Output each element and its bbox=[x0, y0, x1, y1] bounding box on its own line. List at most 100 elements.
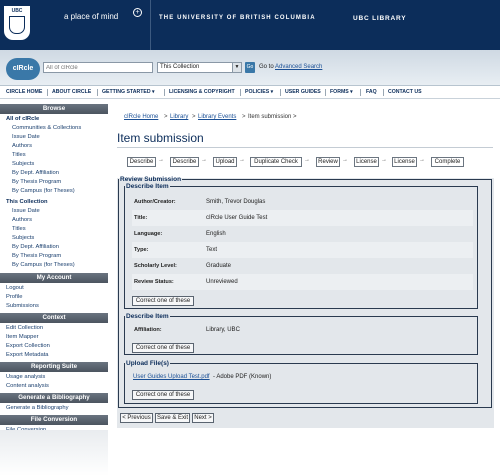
step-license-2[interactable]: License bbox=[392, 157, 417, 167]
step-upload[interactable]: Upload bbox=[213, 157, 237, 167]
plus-icon[interactable]: + bbox=[133, 8, 142, 17]
sidebar-item-coll-campus[interactable]: By Campus (for Theses) bbox=[12, 262, 75, 268]
metadata-value: Library, UBC bbox=[206, 327, 240, 333]
sidebar-item-thesis-program[interactable]: By Thesis Program bbox=[12, 179, 61, 185]
university-name[interactable]: THE UNIVERSITY OF BRITISH COLUMBIA bbox=[159, 15, 316, 21]
uploaded-file-info: - Adobe PDF (Known) bbox=[213, 374, 272, 380]
sidebar-fade bbox=[0, 430, 108, 476]
step-arrow-icon: → bbox=[201, 157, 207, 163]
sidebar-item-coll-authors[interactable]: Authors bbox=[12, 217, 32, 223]
save-exit-button[interactable]: Save & Exit bbox=[155, 413, 190, 423]
nav-about-circle[interactable]: ABOUT CIRCLE bbox=[52, 89, 91, 95]
correct-upload-button[interactable]: Correct one of these bbox=[132, 390, 194, 400]
step-duplicate-check[interactable]: Duplicate Check bbox=[250, 157, 302, 167]
metadata-label: Author/Creator: bbox=[134, 199, 176, 205]
step-arrow-icon: → bbox=[381, 157, 387, 163]
sidebar-item-edit-collection[interactable]: Edit Collection bbox=[6, 325, 43, 331]
sidebar-item-coll-titles[interactable]: Titles bbox=[12, 226, 26, 232]
sidebar-item-titles[interactable]: Titles bbox=[12, 152, 26, 158]
goto-label: Go to bbox=[259, 64, 274, 70]
go-button[interactable]: Go bbox=[245, 62, 255, 73]
nav-user-guides[interactable]: USER GUIDES bbox=[285, 89, 321, 95]
sidebar-item-campus[interactable]: By Campus (for Theses) bbox=[12, 188, 75, 194]
title-divider bbox=[117, 147, 493, 148]
sidebar-head-context: Context bbox=[0, 313, 108, 323]
sidebar-item-coll-issue-date[interactable]: Issue Date bbox=[12, 208, 40, 214]
nav-separator bbox=[280, 89, 281, 96]
step-arrow-icon: → bbox=[419, 157, 425, 163]
sidebar-item-item-mapper[interactable]: Item Mapper bbox=[6, 334, 39, 340]
ubc-logo[interactable]: UBC bbox=[4, 6, 30, 40]
step-arrow-icon: → bbox=[158, 157, 164, 163]
breadcrumb-separator: > bbox=[242, 114, 246, 120]
library-name[interactable]: UBC LIBRARY bbox=[353, 15, 406, 22]
breadcrumb-separator: > bbox=[192, 114, 196, 120]
step-arrow-icon: → bbox=[342, 157, 348, 163]
sidebar-item-coll-thesis-program[interactable]: By Thesis Program bbox=[12, 253, 61, 259]
uploaded-file-link[interactable]: User Guides Upload Test.pdf bbox=[133, 374, 210, 380]
sidebar-item-dept[interactable]: By Dept. Affiliation bbox=[12, 170, 59, 176]
metadata-row: Affiliation: Library, UBC bbox=[132, 322, 473, 338]
step-describe-1[interactable]: Describe bbox=[127, 157, 156, 167]
circle-logo[interactable]: cIRcle bbox=[6, 58, 40, 80]
previous-button[interactable]: < Previous bbox=[120, 413, 153, 423]
nav-forms[interactable]: FORMS ▾ bbox=[330, 89, 353, 95]
sidebar-item-generate-bibliography[interactable]: Generate a Bibliography bbox=[6, 405, 69, 411]
banner-divider bbox=[150, 0, 151, 50]
sidebar-item-communities[interactable]: Communities & Collections bbox=[12, 125, 81, 131]
sidebar-item-usage-analysis[interactable]: Usage analysis bbox=[6, 374, 45, 380]
nav-licensing[interactable]: LICENSING & COPYRIGHT bbox=[169, 89, 235, 95]
sidebar-item-subjects[interactable]: Subjects bbox=[12, 161, 34, 167]
sidebar-item-profile[interactable]: Profile bbox=[6, 294, 22, 300]
metadata-value: Text bbox=[206, 247, 218, 253]
sidebar: Browse All of cIRcle Communities & Colle… bbox=[0, 104, 108, 476]
nav-faq[interactable]: FAQ bbox=[366, 89, 377, 95]
metadata-value: Unreviewed bbox=[206, 279, 238, 285]
nav-getting-started[interactable]: GETTING STARTED ▾ bbox=[102, 89, 155, 95]
sidebar-item-content-analysis[interactable]: Content analysis bbox=[6, 383, 49, 389]
metadata-label: Type: bbox=[134, 247, 149, 253]
sidebar-item-coll-subjects[interactable]: Subjects bbox=[12, 235, 34, 241]
metadata-label: Affiliation: bbox=[134, 327, 162, 333]
tagline: a place of mind bbox=[64, 12, 119, 21]
next-button[interactable]: Next > bbox=[192, 413, 214, 423]
scope-select[interactable]: This Collection ▼ bbox=[157, 62, 242, 73]
breadcrumb-library-events[interactable]: Library Events bbox=[198, 114, 236, 120]
metadata-label: Language: bbox=[134, 231, 163, 237]
sidebar-item-authors[interactable]: Authors bbox=[12, 143, 32, 149]
sidebar-item-coll-dept[interactable]: By Dept. Affiliation bbox=[12, 244, 59, 250]
scope-select-value: This Collection bbox=[160, 64, 200, 70]
sidebar-item-submissions[interactable]: Submissions bbox=[6, 303, 39, 309]
metadata-row: Author/Creator: Smith, Trevor Douglas bbox=[132, 194, 473, 210]
metadata-row: Type: Text bbox=[132, 242, 473, 258]
advanced-search-link[interactable]: Advanced Search bbox=[275, 64, 322, 70]
sidebar-item-export-metadata[interactable]: Export Metadata bbox=[6, 352, 49, 358]
nav-separator bbox=[164, 89, 165, 96]
breadcrumb-library[interactable]: Library bbox=[170, 114, 188, 120]
nav-policies[interactable]: POLICIES ▾ bbox=[245, 89, 273, 95]
nav-separator bbox=[360, 89, 361, 96]
search-input[interactable] bbox=[43, 62, 153, 73]
breadcrumb-home[interactable]: cIRcle Home bbox=[124, 114, 158, 120]
sidebar-item-export-collection[interactable]: Export Collection bbox=[6, 343, 50, 349]
step-review[interactable]: Review bbox=[316, 157, 340, 167]
sidebar-head-conversion: File Conversion bbox=[0, 415, 108, 425]
step-license-1[interactable]: License bbox=[354, 157, 379, 167]
nav-separator bbox=[383, 89, 384, 96]
correct-describe-1-button[interactable]: Correct one of these bbox=[132, 296, 194, 306]
sidebar-head-account: My Account bbox=[0, 273, 108, 283]
page-title: Item submission bbox=[117, 131, 204, 145]
sidebar-item-logout[interactable]: Logout bbox=[6, 285, 24, 291]
metadata-value: Smith, Trevor Douglas bbox=[206, 199, 266, 205]
step-describe-2[interactable]: Describe bbox=[170, 157, 199, 167]
step-arrow-icon: → bbox=[239, 157, 245, 163]
correct-describe-2-button[interactable]: Correct one of these bbox=[132, 343, 194, 353]
metadata-row: Review Status: Unreviewed bbox=[132, 274, 473, 290]
metadata-row: Title: cIRcle User Guide Test bbox=[132, 210, 473, 226]
step-complete[interactable]: Complete bbox=[431, 157, 464, 167]
nav-circle-home[interactable]: CIRCLE HOME bbox=[6, 89, 42, 95]
nav-contact-us[interactable]: CONTACT US bbox=[388, 89, 422, 95]
sidebar-item-issue-date[interactable]: Issue Date bbox=[12, 134, 40, 140]
upload-files-legend: Upload File(s) bbox=[126, 360, 169, 367]
breadcrumb-current: Item submission > bbox=[248, 114, 297, 120]
